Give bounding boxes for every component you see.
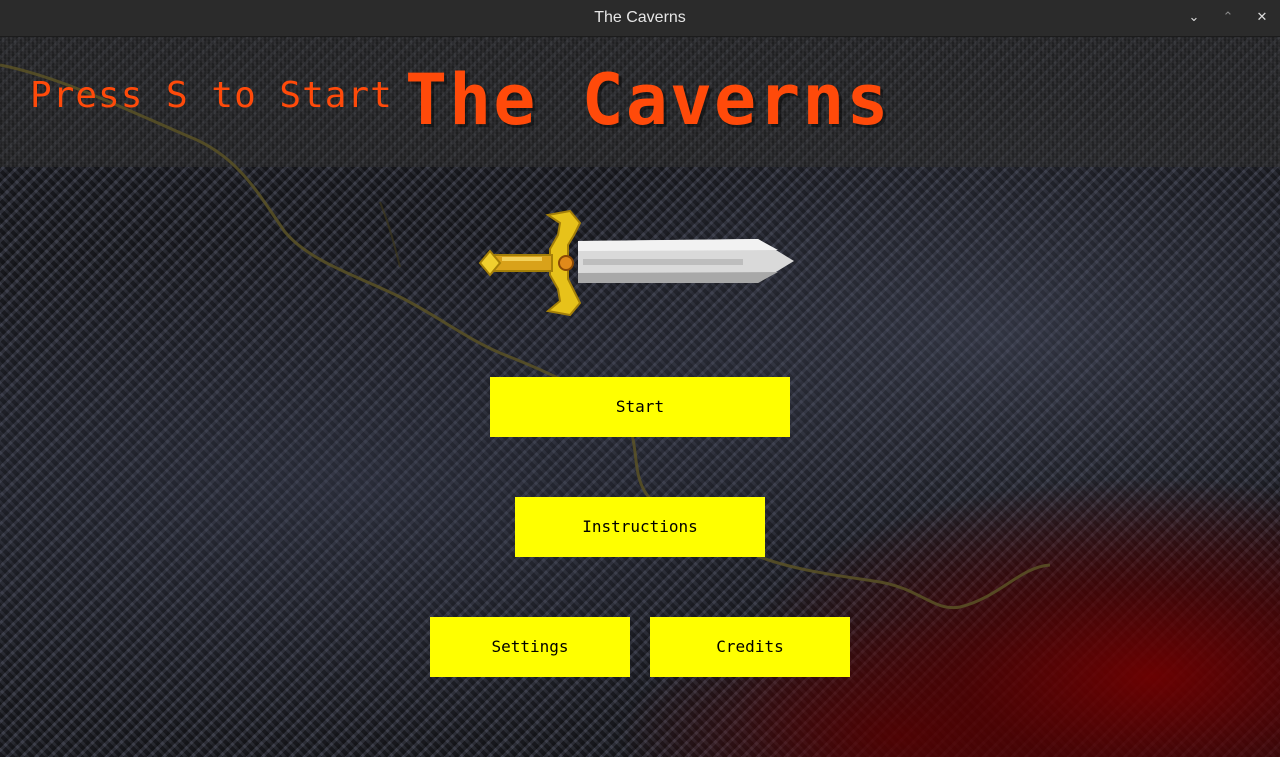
sword-icon	[478, 209, 794, 317]
window-titlebar[interactable]: The Caverns ⌄ ⌃ ✕	[0, 0, 1280, 37]
window-title: The Caverns	[594, 9, 686, 26]
credits-button[interactable]: Credits	[650, 617, 850, 677]
start-button[interactable]: Start	[490, 377, 790, 437]
instructions-button[interactable]: Instructions	[515, 497, 765, 557]
settings-button[interactable]: Settings	[430, 617, 630, 677]
press-start-hint: Press S to Start	[30, 75, 393, 116]
close-icon[interactable]: ✕	[1252, 8, 1272, 28]
maximize-icon[interactable]: ⌃	[1218, 8, 1238, 28]
game-title: The Caverns	[405, 59, 891, 141]
minimize-icon[interactable]: ⌄	[1184, 8, 1204, 28]
app-window: The Caverns ⌄ ⌃ ✕ Press S to Start The C…	[0, 0, 1280, 757]
game-canvas[interactable]: Press S to Start The Caverns Start Instr…	[0, 37, 1280, 757]
